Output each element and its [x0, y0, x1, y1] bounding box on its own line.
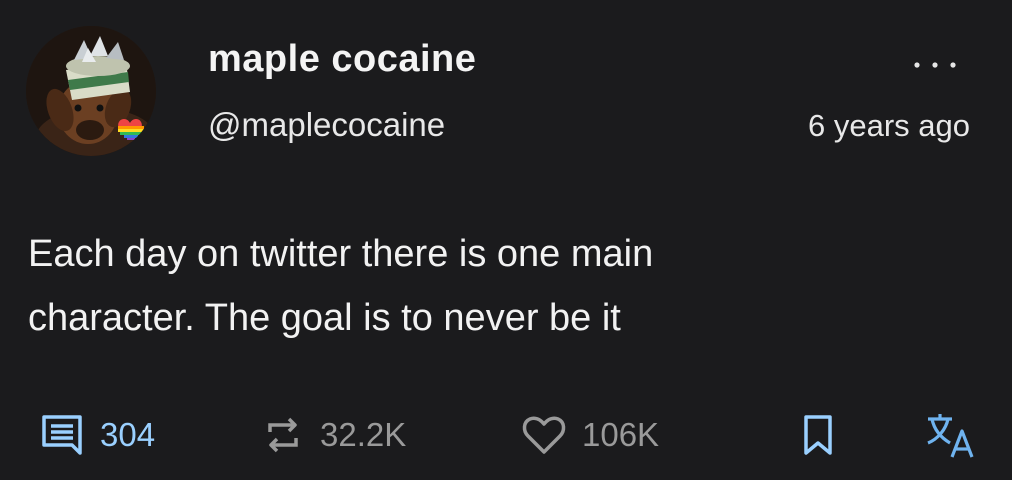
translate-button[interactable]: [924, 405, 976, 465]
author-display-name[interactable]: maple cocaine: [208, 38, 476, 81]
action-bar: 304 32.2K 106K: [0, 405, 1012, 465]
tweet-text: Each day on twitter there is one main ch…: [28, 233, 654, 339]
like-button[interactable]: 106K: [520, 405, 659, 465]
retweet-button[interactable]: 32.2K: [260, 405, 406, 465]
more-options-button[interactable]: [905, 50, 965, 80]
timestamp: 6 years ago: [808, 108, 970, 143]
bookmark-icon: [804, 415, 832, 455]
like-count: 106K: [582, 416, 660, 453]
reply-count: 304: [100, 416, 156, 453]
author-handle[interactable]: @maplecocaine: [208, 106, 445, 144]
retweet-count: 32.2K: [320, 416, 407, 453]
avatar-image: [26, 26, 156, 156]
translate-icon: [927, 414, 974, 458]
avatar[interactable]: [26, 26, 156, 156]
retweet-icon: [268, 417, 298, 453]
reply-button[interactable]: 304: [38, 405, 155, 465]
heart-icon: [522, 416, 566, 454]
tweet-card: maple cocaine @maplecocaine 6 years ago …: [0, 0, 1012, 480]
bookmark-button[interactable]: [798, 405, 838, 465]
comment-icon: [42, 415, 82, 455]
more-dots-icon: [914, 62, 956, 68]
